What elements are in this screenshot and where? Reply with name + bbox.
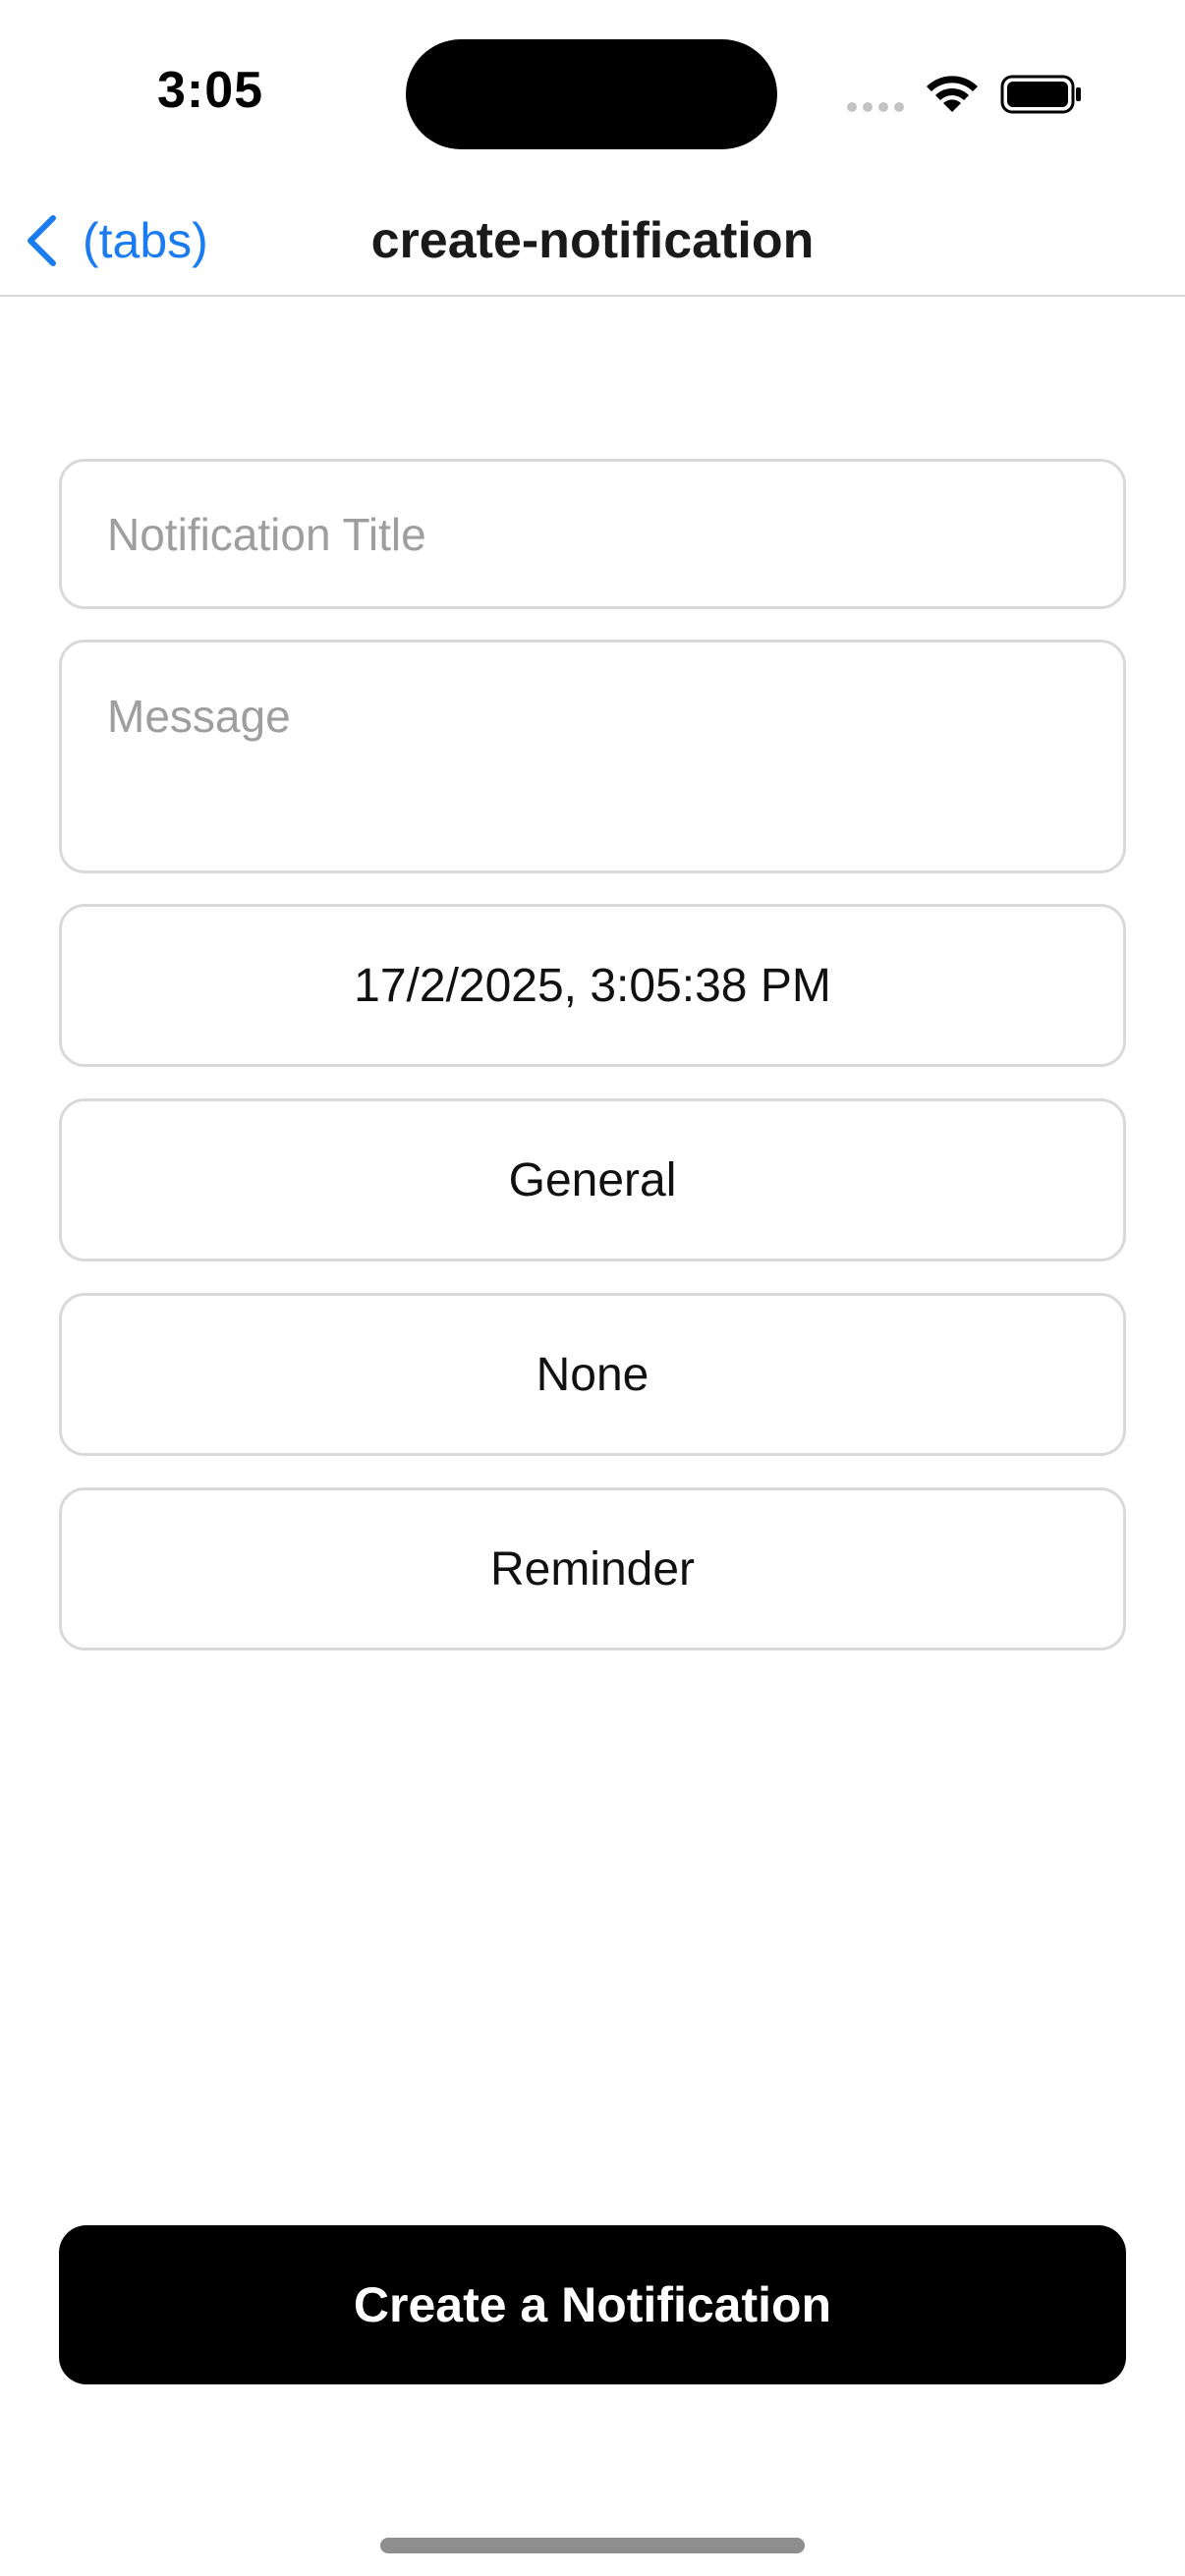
notification-title-input[interactable] bbox=[107, 507, 1078, 561]
type-select[interactable]: Reminder bbox=[59, 1487, 1126, 1651]
notification-title-field[interactable] bbox=[59, 459, 1126, 609]
type-value: Reminder bbox=[489, 1542, 696, 1596]
create-notification-label: Create a Notification bbox=[353, 2277, 832, 2332]
signal-dots-icon bbox=[847, 102, 904, 112]
repeat-select[interactable]: None bbox=[59, 1293, 1126, 1456]
navigation-bar: create-notification (tabs) bbox=[0, 187, 1185, 297]
category-select[interactable]: General bbox=[59, 1098, 1126, 1261]
date-time-value: 17/2/2025, 3:05:38 PM bbox=[354, 959, 831, 1012]
create-notification-button[interactable]: Create a Notification bbox=[59, 2225, 1126, 2384]
dynamic-island bbox=[406, 39, 777, 149]
wifi-icon bbox=[927, 76, 978, 112]
chevron-left-icon bbox=[28, 215, 56, 266]
status-bar: 3:05 bbox=[0, 0, 1185, 187]
home-indicator[interactable] bbox=[380, 2538, 805, 2553]
back-button[interactable]: (tabs) bbox=[22, 196, 208, 285]
message-input[interactable] bbox=[107, 690, 1078, 837]
category-value: General bbox=[508, 1153, 677, 1206]
message-field[interactable] bbox=[59, 640, 1126, 873]
battery-icon bbox=[1000, 75, 1081, 114]
back-label: (tabs) bbox=[83, 213, 208, 268]
status-time: 3:05 bbox=[157, 62, 264, 119]
date-time-picker[interactable]: 17/2/2025, 3:05:38 PM bbox=[59, 904, 1126, 1067]
repeat-value: None bbox=[536, 1348, 649, 1401]
